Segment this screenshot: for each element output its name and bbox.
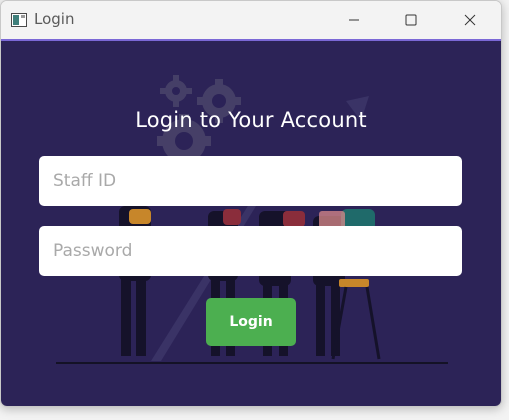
app-window-icon <box>11 12 27 27</box>
ground-line <box>56 362 448 364</box>
maximize-button[interactable] <box>388 1 434 39</box>
page-title: Login to Your Account <box>135 108 367 132</box>
window-title: Login <box>34 10 75 28</box>
login-panel: Login to Your Account Login <box>1 39 501 406</box>
login-button[interactable]: Login <box>206 298 296 346</box>
close-button[interactable] <box>447 1 493 39</box>
login-window: Login Login to Your Account Staff ID Log… <box>0 0 502 407</box>
close-icon <box>464 11 476 30</box>
title-bar[interactable]: Login <box>1 1 501 39</box>
minimize-button[interactable] <box>331 1 377 39</box>
minimize-icon <box>348 11 360 30</box>
team-gears-illustration <box>119 75 381 361</box>
maximize-icon <box>405 11 417 30</box>
password-input[interactable] <box>39 226 462 276</box>
staff-id-input[interactable] <box>39 156 462 206</box>
